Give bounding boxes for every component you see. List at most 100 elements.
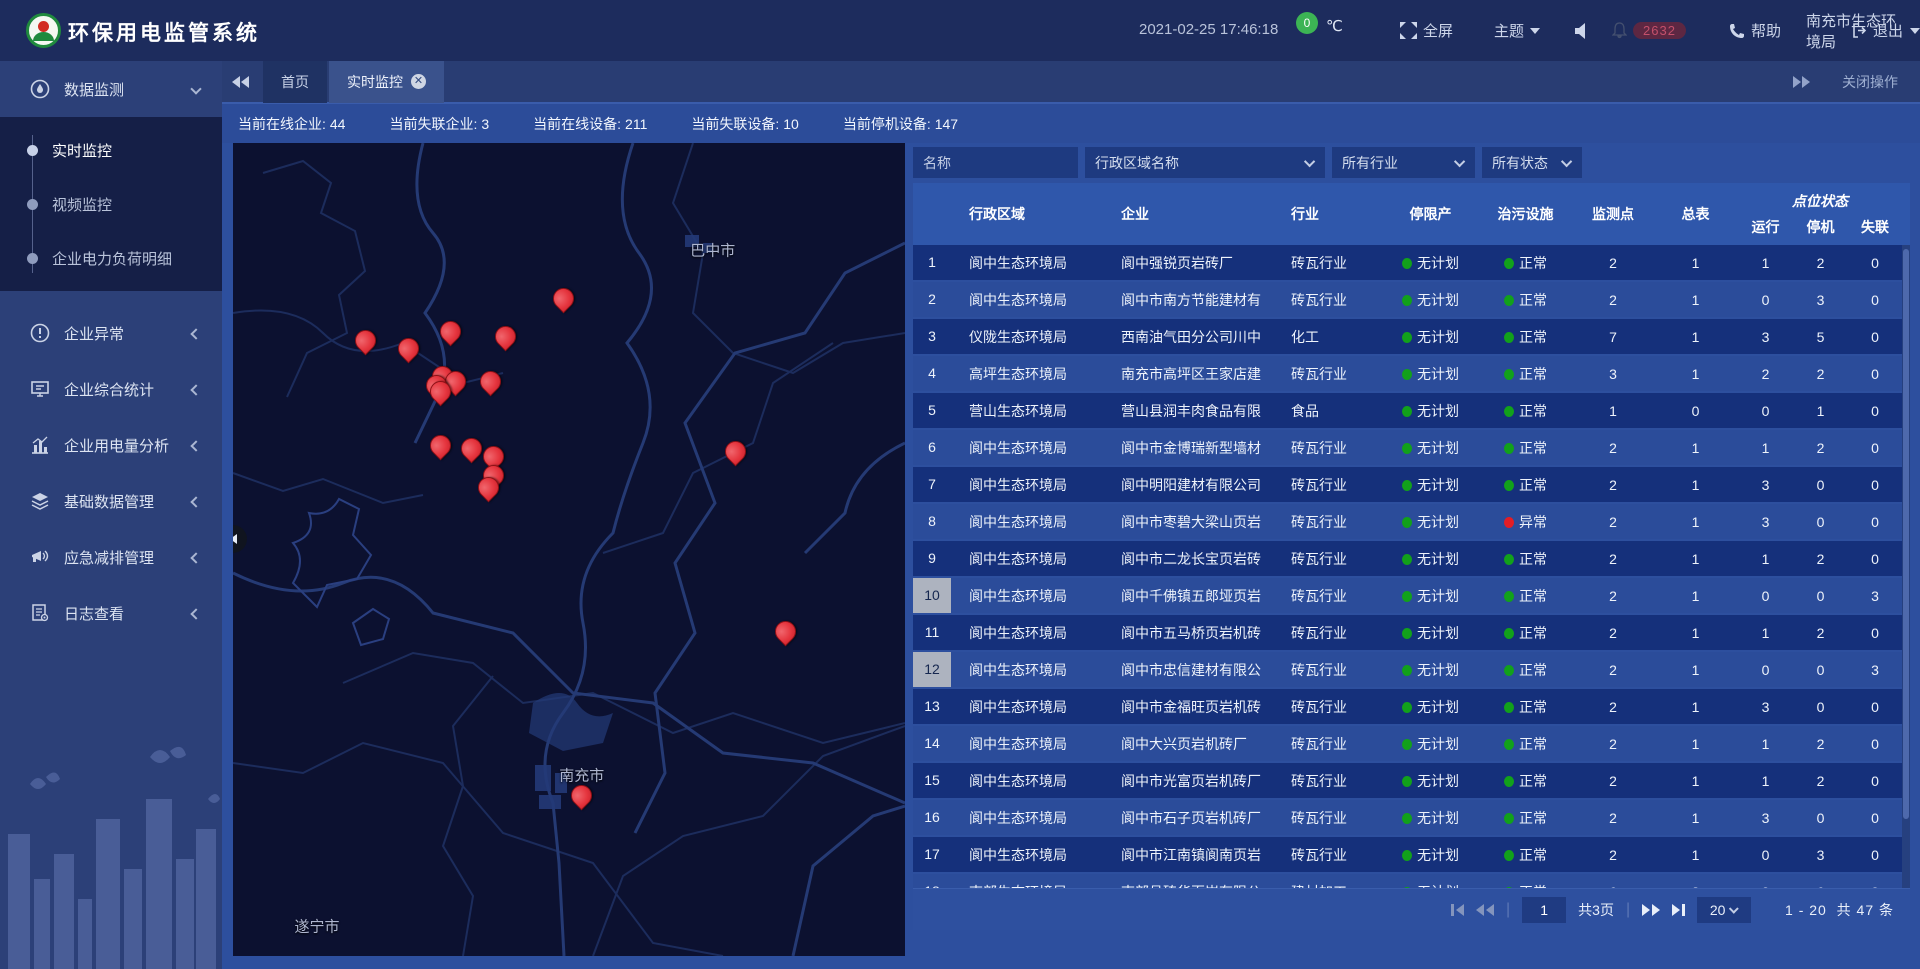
bullet-dot-icon [27, 145, 38, 156]
map-pin-icon[interactable] [430, 435, 451, 456]
table-row[interactable]: 13 阆中生态环境局 阆中市金福旺页岩机砖 砖瓦行业 无计划 正常 2 1 3 … [913, 689, 1902, 726]
cell-region: 阆中生态环境局 [951, 512, 1113, 532]
region-select[interactable]: 行政区域名称 [1085, 147, 1325, 178]
cell-disconnected: 0 [1848, 736, 1902, 752]
table-scrollbar[interactable] [1902, 245, 1910, 888]
table-body: 1 阆中生态环境局 阆中强锐页岩砖厂 砖瓦行业 无计划 正常 2 1 1 2 0… [913, 245, 1902, 888]
theme-dropdown[interactable]: 主题 [1494, 0, 1540, 61]
table-row[interactable]: 14 阆中生态环境局 阆中大兴页岩机砖厂 砖瓦行业 无计划 正常 2 1 1 2… [913, 726, 1902, 763]
chevron-down-icon [1454, 155, 1465, 166]
sidebar-item-emergency-reduction[interactable]: 应急减排管理 [0, 529, 222, 585]
close-operations-button[interactable]: 关闭操作 [1842, 72, 1898, 92]
table-row[interactable]: 2 阆中生态环境局 阆中市南方节能建材有 砖瓦行业 无计划 正常 2 1 0 3… [913, 282, 1902, 319]
bullet-dot-icon [27, 199, 38, 210]
exit-button[interactable]: 退出 [1852, 0, 1903, 61]
prev-page-button[interactable] [1476, 904, 1494, 916]
cell-company: 阆中市江南镇阆南页岩 [1113, 845, 1283, 865]
cell-industry: 砖瓦行业 [1283, 660, 1383, 680]
close-tab-icon[interactable]: ✕ [411, 74, 426, 89]
fullscreen-button[interactable]: 全屏 [1400, 0, 1453, 61]
map-panel[interactable]: 巴中市 南充市 遂宁市 [233, 143, 905, 956]
stat-item: 当前停机设备:147 [843, 114, 958, 134]
table-row[interactable]: 8 阆中生态环境局 阆中市枣碧大梁山页岩 砖瓦行业 无计划 异常 2 1 3 0… [913, 504, 1902, 541]
status-dot-icon [1504, 480, 1514, 491]
table-row[interactable]: 4 高坪生态环境局 南充市高坪区王家店建 砖瓦行业 无计划 正常 3 1 2 2… [913, 356, 1902, 393]
next-page-button[interactable] [1642, 904, 1660, 916]
cell-disconnected: 0 [1848, 847, 1902, 863]
page-size-select[interactable]: 20 [1697, 897, 1751, 923]
table-row[interactable]: 9 阆中生态环境局 阆中市二龙长宝页岩砖 砖瓦行业 无计划 正常 2 1 1 2… [913, 541, 1902, 578]
tabs-scroll-right-button[interactable] [1793, 76, 1810, 88]
table-row[interactable]: 18 南部生态环境局 南部县砖华页岩有限公 建材加工 无计划 正常 6 2 0 … [913, 874, 1902, 888]
map-pin-icon[interactable] [571, 785, 592, 806]
cell-disconnected: 0 [1848, 551, 1902, 567]
tab-bar: 首页 实时监控 ✕ 关闭操作 [222, 61, 1920, 104]
map-pin-icon[interactable] [430, 381, 451, 402]
city-label: 南充市 [559, 764, 604, 785]
sidebar-item-video-monitor[interactable]: 视频监控 [0, 177, 222, 231]
table-row[interactable]: 12 阆中生态环境局 阆中市忠信建材有限公 砖瓦行业 无计划 正常 2 1 0 … [913, 652, 1902, 689]
cell-company: 阆中市五马桥页岩机砖 [1113, 623, 1283, 643]
tab-realtime-monitor[interactable]: 实时监控 ✕ [329, 60, 444, 103]
sidebar-item-realtime-monitor[interactable]: 实时监控 [0, 123, 222, 177]
map-pin-icon[interactable] [725, 441, 746, 462]
status-dot-icon [1504, 813, 1514, 824]
status-dot-icon [1504, 591, 1514, 602]
cell-stopped: 3 [1793, 847, 1848, 863]
cell-region: 阆中生态环境局 [951, 253, 1113, 273]
sidebar-item-power-analysis[interactable]: 企业用电量分析 [0, 417, 222, 473]
map-pin-icon[interactable] [355, 330, 376, 351]
map-pin-icon[interactable] [461, 438, 482, 459]
map-pin-icon[interactable] [480, 371, 501, 392]
chevron-left-icon [190, 384, 201, 395]
sidebar-item-company-abnormal[interactable]: 企业异常 [0, 305, 222, 361]
status-dot-icon [1504, 517, 1514, 528]
map-pin-icon[interactable] [553, 288, 574, 309]
table-row[interactable]: 11 阆中生态环境局 阆中市五马桥页岩机砖 砖瓦行业 无计划 正常 2 1 1 … [913, 615, 1902, 652]
map-pin-icon[interactable] [440, 321, 461, 342]
first-page-button[interactable] [1451, 904, 1464, 916]
help-button[interactable]: 帮助 [1729, 0, 1781, 61]
table-row[interactable]: 7 阆中生态环境局 阆中明阳建材有限公司 砖瓦行业 无计划 正常 2 1 3 0… [913, 467, 1902, 504]
cell-stop-production: 无计划 [1383, 512, 1478, 532]
industry-select[interactable]: 所有行业 [1332, 147, 1475, 178]
cell-stopped: 2 [1793, 366, 1848, 382]
tab-home[interactable]: 首页 [263, 60, 327, 103]
left-arrow-icon [233, 534, 237, 544]
status-dot-icon [1402, 258, 1412, 269]
scrollbar-thumb[interactable] [1903, 249, 1909, 819]
map-pin-icon[interactable] [495, 326, 516, 347]
sidebar-item-log-view[interactable]: 日志查看 [0, 585, 222, 641]
name-search-input[interactable] [913, 147, 1078, 178]
sidebar-item-data-monitor[interactable]: 数据监测 [0, 61, 222, 117]
table-row[interactable]: 15 阆中生态环境局 阆中市光富页岩机砖厂 砖瓦行业 无计划 正常 2 1 1 … [913, 763, 1902, 800]
map-pin-icon[interactable] [478, 477, 499, 498]
map-pin-icon[interactable] [398, 338, 419, 359]
table-row[interactable]: 16 阆中生态环境局 阆中市石子页岩机砖厂 砖瓦行业 无计划 正常 2 1 3 … [913, 800, 1902, 837]
table-row[interactable]: 3 仪陇生态环境局 西南油气田分公司川中 化工 无计划 正常 7 1 3 5 0 [913, 319, 1902, 356]
page-number-input[interactable] [1522, 897, 1566, 923]
map-pin-icon[interactable] [775, 621, 796, 642]
mute-button[interactable] [1575, 0, 1589, 61]
table-row[interactable]: 17 阆中生态环境局 阆中市江南镇阆南页岩 砖瓦行业 无计划 正常 2 1 0 … [913, 837, 1902, 874]
sidebar-item-base-data[interactable]: 基础数据管理 [0, 473, 222, 529]
table-row[interactable]: 6 阆中生态环境局 阆中市金博瑞新型墙材 砖瓦行业 无计划 正常 2 1 1 2… [913, 430, 1902, 467]
row-number: 4 [913, 356, 951, 391]
cell-stopped: 0 [1793, 662, 1848, 678]
cell-master-meter: 1 [1653, 292, 1738, 308]
cell-pollution-facility: 正常 [1478, 549, 1573, 569]
app-header: 环保用电监管系统 2021-02-25 17:46:18 0 ℃ 全屏 主题 2… [0, 0, 1920, 61]
col-running: 运行 [1738, 217, 1793, 237]
cell-company: 阆中强锐页岩砖厂 [1113, 253, 1283, 273]
tabs-scroll-left-button[interactable] [232, 76, 249, 88]
sidebar-item-company-stats[interactable]: 企业综合统计 [0, 361, 222, 417]
table-row[interactable]: 5 营山生态环境局 营山县润丰肉食品有限 食品 无计划 正常 1 0 0 1 0 [913, 393, 1902, 430]
status-select[interactable]: 所有状态 [1482, 147, 1582, 178]
table-row[interactable]: 1 阆中生态环境局 阆中强锐页岩砖厂 砖瓦行业 无计划 正常 2 1 1 2 0 [913, 245, 1902, 282]
sidebar-item-power-load-detail[interactable]: 企业电力负荷明细 [0, 231, 222, 285]
cell-disconnected: 3 [1848, 662, 1902, 678]
table-row[interactable]: 10 阆中生态环境局 阆中千佛镇五郎垭页岩 砖瓦行业 无计划 正常 2 1 0 … [913, 578, 1902, 615]
notifications-button[interactable]: 2632 [1612, 0, 1686, 61]
row-number: 17 [913, 837, 951, 872]
last-page-button[interactable] [1672, 904, 1685, 916]
